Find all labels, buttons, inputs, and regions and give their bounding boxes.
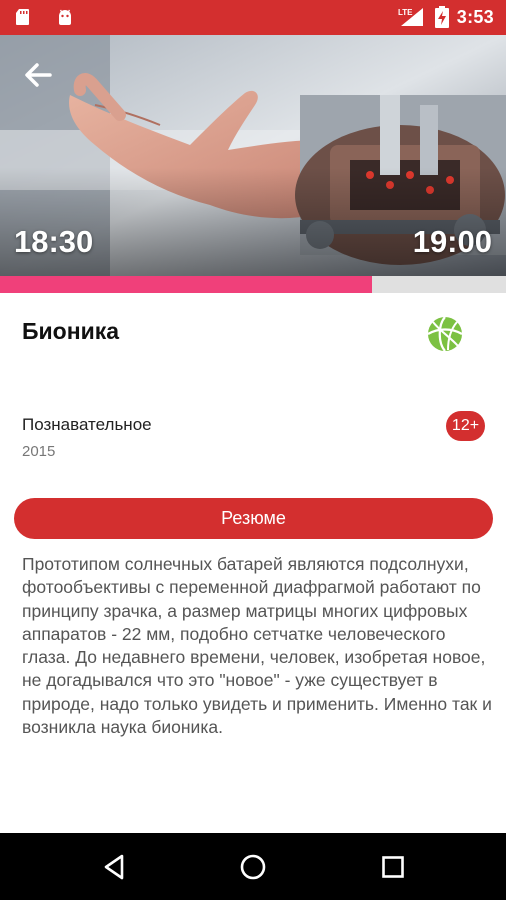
- program-description: Прототипом солнечных батарей являются по…: [22, 554, 492, 738]
- network-label: LTE: [398, 8, 413, 17]
- zhivaya-planeta-logo-icon: [427, 316, 463, 352]
- program-title: Бионика: [22, 318, 120, 344]
- back-button[interactable]: [16, 53, 60, 97]
- program-progress-bar: [0, 276, 506, 293]
- home-circle-icon: [240, 854, 266, 880]
- age-rating-badge: 12+: [446, 411, 485, 441]
- android-icon: [59, 9, 71, 25]
- start-time: 18:30: [14, 224, 94, 259]
- status-bar: LTE 3:53: [0, 0, 506, 35]
- battery-charging-icon: [434, 6, 449, 28]
- progress-fill: [0, 276, 372, 293]
- resume-button[interactable]: Резюме: [14, 498, 493, 539]
- program-year: 2015: [22, 443, 56, 460]
- system-nav-bar: [0, 833, 506, 900]
- channel-logo: [410, 315, 480, 375]
- nav-recents-button[interactable]: [376, 850, 410, 884]
- recents-square-icon: [382, 856, 404, 878]
- status-clock: 3:53: [456, 6, 494, 27]
- back-triangle-icon: [104, 854, 124, 880]
- program-genre: Познавательное: [22, 415, 152, 434]
- arrow-back-icon: [25, 63, 52, 87]
- lte-signal-icon: LTE: [398, 8, 423, 26]
- sd-card-icon: [16, 9, 29, 25]
- hero-image: 18:30 19:00: [0, 35, 506, 276]
- nav-back-button[interactable]: [97, 850, 131, 884]
- end-time: 19:00: [412, 224, 492, 259]
- nav-home-button[interactable]: [236, 850, 270, 884]
